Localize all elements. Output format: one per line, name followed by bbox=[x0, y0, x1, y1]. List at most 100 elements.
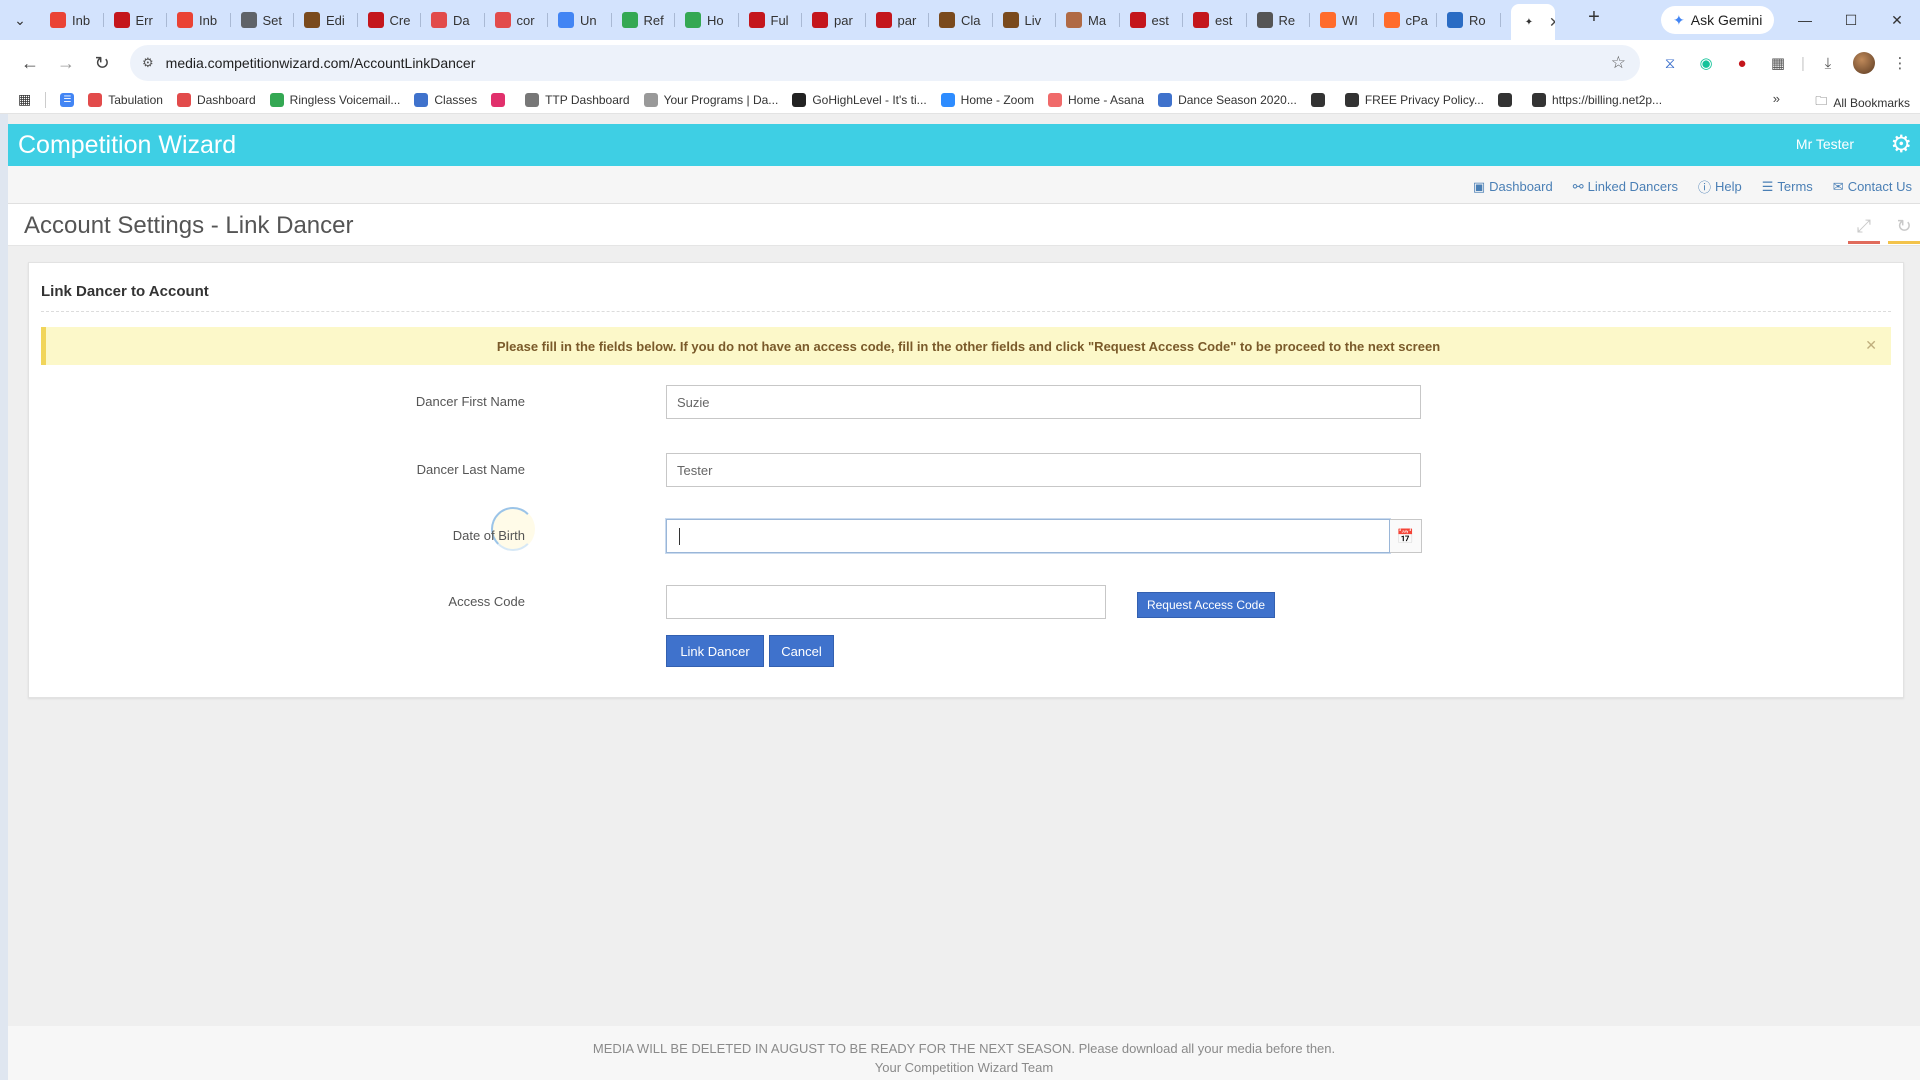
more-bookmarks-chevron-icon[interactable]: » bbox=[1773, 91, 1780, 106]
browser-tab[interactable]: Un bbox=[548, 4, 612, 36]
address-bar[interactable]: ⚙ media.competitionwizard.com/AccountLin… bbox=[130, 45, 1640, 81]
browser-tab[interactable]: Err bbox=[104, 4, 168, 36]
page-icon bbox=[1066, 12, 1082, 28]
reload-icon[interactable]: ↻ bbox=[84, 45, 120, 81]
bookmarks-bar: ▦ ☰ Tabulation Dashboard Ringless Voicemai… bbox=[0, 86, 1920, 114]
browser-tab[interactable]: Inb bbox=[167, 4, 231, 36]
browser-tab[interactable]: est bbox=[1183, 4, 1247, 36]
bookmark-item[interactable]: Dashboard bbox=[176, 92, 256, 107]
link-dancer-button[interactable]: Link Dancer bbox=[666, 635, 764, 667]
alert-close-icon[interactable]: ✕ bbox=[1865, 337, 1877, 354]
nav-link-contact-us[interactable]: ✉ Contact Us bbox=[1833, 177, 1912, 196]
browser-menu-icon[interactable]: ⋮ bbox=[1886, 49, 1914, 77]
folder-icon: 🗀 bbox=[1815, 94, 1828, 108]
nav-link-linked-dancers[interactable]: ⚯ Linked Dancers bbox=[1573, 177, 1678, 196]
browser-tab[interactable]: par bbox=[802, 4, 866, 36]
browser-tab-label: est bbox=[1151, 12, 1169, 28]
bookmark-item[interactable] bbox=[1497, 92, 1518, 107]
last-name-input[interactable] bbox=[666, 453, 1421, 487]
bookmark-item[interactable]: Dance Season 2020... bbox=[1158, 92, 1297, 107]
nav-link-label: Contact Us bbox=[1847, 179, 1912, 194]
bookmark-item[interactable]: Classes bbox=[414, 92, 477, 107]
grammarly-extension-icon[interactable]: ◉ bbox=[1692, 49, 1720, 77]
user-name[interactable]: Mr Tester bbox=[1796, 136, 1854, 152]
tab-close-icon[interactable]: ✕ bbox=[1549, 14, 1555, 31]
forward-arrow-icon[interactable]: → bbox=[48, 45, 84, 81]
bookmark-item[interactable]: Home - Zoom bbox=[940, 92, 1034, 107]
browser-tab[interactable]: cor bbox=[485, 4, 549, 36]
browser-tab[interactable]: Re bbox=[1247, 4, 1311, 36]
bookmark-item[interactable]: Home - Asana bbox=[1048, 92, 1144, 107]
back-arrow-icon[interactable]: ← bbox=[12, 45, 48, 81]
page-icon bbox=[939, 12, 955, 28]
bookmark-favicon-icon bbox=[414, 92, 429, 107]
page-viewport: Competition Wizard Mr Tester ⚙ ▣ Dashboar… bbox=[8, 114, 1920, 1080]
extensions-puzzle-icon[interactable]: ▦ bbox=[1764, 49, 1792, 77]
bookmark-item[interactable] bbox=[491, 92, 511, 107]
nav-link-help[interactable]: ⓘ Help bbox=[1698, 177, 1742, 196]
browser-tab[interactable]: Ful bbox=[739, 4, 803, 36]
browser-tab[interactable]: est bbox=[1120, 4, 1184, 36]
new-tab-plus-icon[interactable]: + bbox=[1578, 6, 1610, 29]
access-code-input[interactable] bbox=[666, 585, 1106, 619]
browser-tab-label: Ref bbox=[643, 12, 664, 28]
ask-gemini-button[interactable]: ✦ Ask Gemini bbox=[1661, 6, 1775, 34]
browser-tab[interactable]: Set bbox=[231, 4, 295, 36]
browser-tab[interactable]: Cre bbox=[358, 4, 422, 36]
bookmark-item[interactable]: Tabulation bbox=[88, 92, 163, 107]
browser-tab-label: par bbox=[897, 12, 917, 28]
expand-fullscreen-icon[interactable]: ⤢ bbox=[1848, 212, 1880, 244]
browser-tab[interactable]: Ma bbox=[1056, 4, 1120, 36]
globe-icon bbox=[1447, 12, 1463, 28]
bookmark-item[interactable]: GoHighLevel - It's ti... bbox=[792, 92, 927, 107]
all-bookmarks-button[interactable]: 🗀 All Bookmarks bbox=[1815, 92, 1910, 113]
browser-tab[interactable]: Da bbox=[421, 4, 485, 36]
browser-tab-strip: ⌄ Inb Err Inb Set Edi Cre Da cor Un Ref Ho Ful par pa… bbox=[0, 0, 1920, 40]
tab-active[interactable]: ✦ ✕ bbox=[1511, 4, 1555, 40]
browser-tab[interactable]: cPa bbox=[1374, 4, 1438, 36]
browser-tab[interactable]: Ref bbox=[612, 4, 676, 36]
bookmark-docs-icon[interactable]: ☰ bbox=[60, 92, 75, 107]
gear-icon[interactable]: ⚙ bbox=[1890, 130, 1912, 159]
browser-tab[interactable]: Cla bbox=[929, 4, 993, 36]
bookmark-favicon-icon bbox=[940, 92, 955, 107]
profile-avatar[interactable] bbox=[1850, 49, 1878, 77]
broadcast-extension-icon[interactable]: ⧖ bbox=[1656, 49, 1684, 77]
browser-tab[interactable]: Ho bbox=[675, 4, 739, 36]
docs-icon bbox=[558, 12, 574, 28]
browser-tab[interactable]: Ro bbox=[1437, 4, 1501, 36]
browser-tab[interactable]: par bbox=[866, 4, 930, 36]
first-name-input[interactable] bbox=[666, 385, 1421, 419]
browser-tab[interactable]: Liv bbox=[993, 4, 1057, 36]
refresh-icon[interactable]: ↻ bbox=[1888, 212, 1920, 244]
browser-tab[interactable]: Inb bbox=[40, 4, 104, 36]
minimize-icon[interactable]: — bbox=[1782, 0, 1828, 40]
bookmark-item[interactable]: FREE Privacy Policy... bbox=[1344, 92, 1484, 107]
browser-tab[interactable]: Edi bbox=[294, 4, 358, 36]
bookmark-item[interactable]: Your Programs | Da... bbox=[643, 92, 778, 107]
bookmark-item[interactable] bbox=[1310, 92, 1331, 107]
apps-grid-icon[interactable]: ▦ bbox=[18, 91, 31, 108]
download-icon[interactable]: ⤓ bbox=[1814, 49, 1842, 77]
nav-link-dashboard[interactable]: ▣ Dashboard bbox=[1473, 177, 1553, 196]
brand-title[interactable]: Competition Wizard bbox=[18, 131, 236, 160]
dob-input[interactable] bbox=[666, 519, 1390, 553]
nav-link-terms[interactable]: ☰ Terms bbox=[1762, 177, 1813, 196]
bookmark-star-icon[interactable]: ☆ bbox=[1611, 53, 1626, 73]
bookmark-favicon-icon bbox=[1344, 92, 1359, 107]
close-window-icon[interactable]: ✕ bbox=[1874, 0, 1920, 40]
site-info-icon[interactable]: ⚙ bbox=[142, 55, 154, 71]
calendar-icon[interactable]: 📅 bbox=[1390, 519, 1422, 553]
browser-tab[interactable]: WI bbox=[1310, 4, 1374, 36]
tab-search-chevron-icon[interactable]: ⌄ bbox=[0, 0, 40, 40]
alert-extension-icon[interactable]: ● bbox=[1728, 49, 1756, 77]
nav-link-label: Dashboard bbox=[1489, 179, 1553, 194]
cancel-button[interactable]: Cancel bbox=[769, 635, 834, 667]
bookmark-item[interactable]: TTP Dashboard bbox=[525, 92, 630, 107]
adobe-pdf-icon bbox=[812, 12, 828, 28]
bookmark-item[interactable]: https://billing.net2p... bbox=[1531, 92, 1662, 107]
request-access-code-button[interactable]: Request Access Code bbox=[1137, 592, 1275, 618]
bookmark-favicon-icon bbox=[1158, 92, 1173, 107]
bookmark-item[interactable]: Ringless Voicemail... bbox=[269, 92, 400, 107]
maximize-icon[interactable]: ☐ bbox=[1828, 0, 1874, 40]
